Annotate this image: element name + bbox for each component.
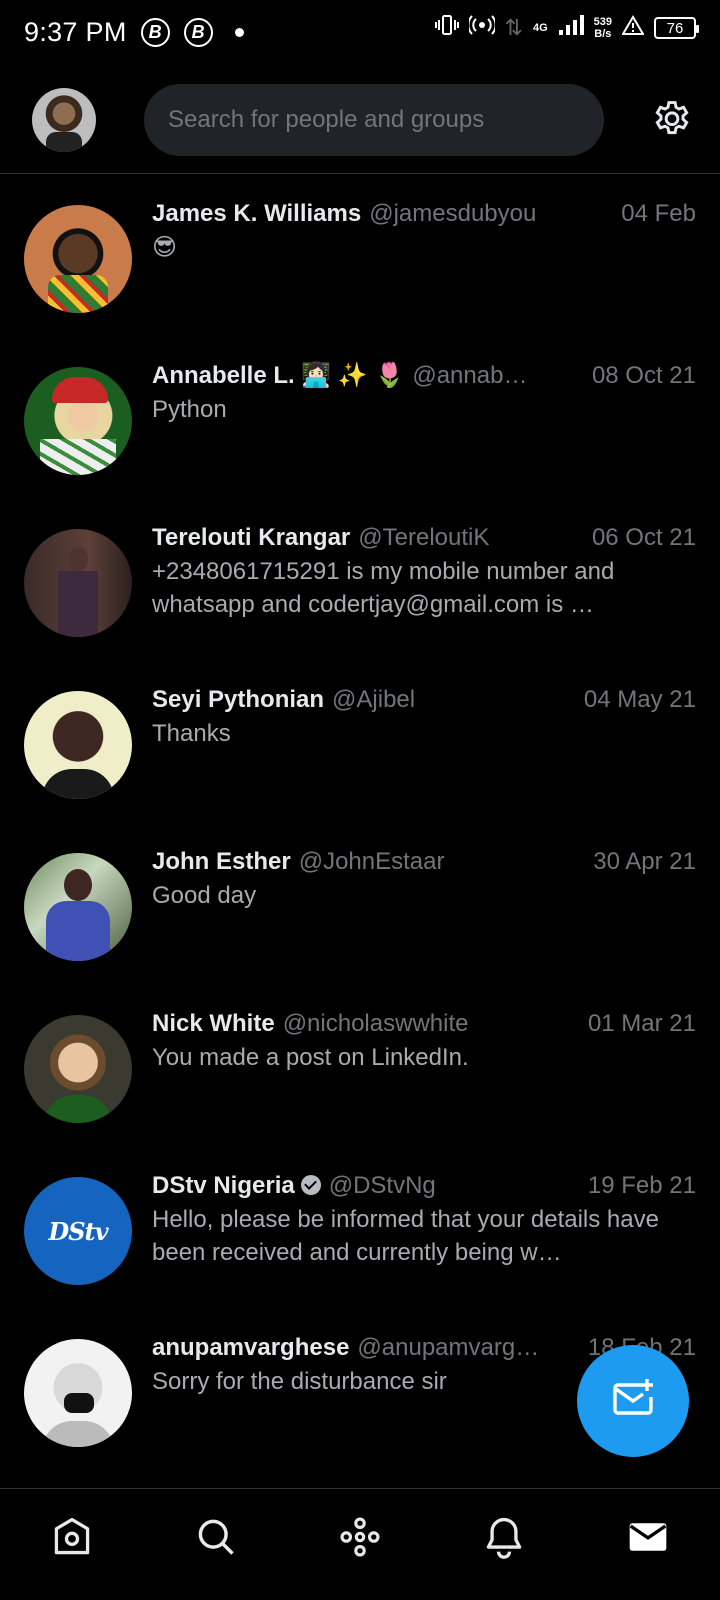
message-preview: Hello, please be informed that your deta… xyxy=(152,1206,659,1266)
verified-badge-icon xyxy=(300,1175,321,1195)
contact-handle: @jamesdubyou xyxy=(369,200,537,227)
hotspot-icon xyxy=(466,14,497,42)
message-date: 06 Oct 21 xyxy=(591,524,696,551)
home-icon[interactable] xyxy=(48,1513,96,1561)
profile-avatar[interactable] xyxy=(32,88,96,152)
notification-b-icon: B xyxy=(140,17,170,47)
conversation-content: DStv Nigeria @DStvNg 19 Feb 21 Hello, pl… xyxy=(152,1169,696,1269)
warning-icon xyxy=(621,15,645,41)
message-date: 08 Oct 21 xyxy=(591,362,696,389)
conversation-content: Annabelle L. 👩🏻‍💻 ✨ 🌷 @annab… 08 Oct 21 … xyxy=(152,359,696,426)
conversation-row[interactable]: Nick White @nicholaswwhite 01 Mar 21 You… xyxy=(0,985,720,1147)
data-transfer-icon: ⇅ xyxy=(504,15,523,40)
contact-handle: @TereloutiK xyxy=(358,524,490,551)
avatar[interactable] xyxy=(24,1339,132,1447)
conversation-row[interactable]: Annabelle L. 👩🏻‍💻 ✨ 🌷 @annab… 08 Oct 21 … xyxy=(0,337,720,499)
contact-name: Seyi Pythonian xyxy=(152,686,325,713)
conversation-content: Nick White @nicholaswwhite 01 Mar 21 You… xyxy=(152,1007,696,1074)
contact-handle: @JohnEstaar xyxy=(298,848,445,875)
notifications-icon[interactable] xyxy=(480,1513,528,1561)
contact-handle: @nicholaswwhite xyxy=(282,1010,469,1037)
conversation-row[interactable]: DStv DStv Nigeria @DStvNg 19 Feb 21 Hell… xyxy=(0,1147,720,1309)
avatar[interactable] xyxy=(24,853,132,961)
message-preview: Good day xyxy=(152,882,257,909)
message-date: 04 Feb xyxy=(621,200,696,227)
conversation-content: John Esther @JohnEstaar 30 Apr 21 Good d… xyxy=(152,845,696,912)
search-input[interactable]: Search for people and groups xyxy=(144,84,604,156)
avatar[interactable] xyxy=(24,1015,132,1123)
contact-name: James K. Williams xyxy=(152,200,362,227)
gear-icon[interactable] xyxy=(650,98,694,142)
message-preview: 😎 xyxy=(152,234,178,261)
conversation-content: Seyi Pythonian @Ajibel 04 May 21 Thanks xyxy=(152,683,696,750)
conversation-content: Terelouti Krangar @TereloutiK 06 Oct 21 … xyxy=(152,521,696,621)
conversation-content: James K. Williams @jamesdubyou 04 Feb 😎 xyxy=(152,197,696,264)
status-bar: 9:37 PM B B ⇅ 4G 539 B/s 76 xyxy=(0,0,720,64)
new-message-icon xyxy=(609,1375,657,1428)
contact-name: DStv Nigeria xyxy=(152,1172,295,1199)
contact-name: anupamvarghese xyxy=(152,1334,350,1361)
new-message-button[interactable] xyxy=(577,1345,689,1457)
vibrate-icon xyxy=(434,14,459,42)
notification-b-icon: B xyxy=(183,17,213,47)
dstv-logo: DStv xyxy=(48,1216,108,1246)
message-date: 01 Mar 21 xyxy=(587,1010,696,1037)
messages-icon[interactable] xyxy=(624,1513,672,1561)
conversation-row[interactable]: James K. Williams @jamesdubyou 04 Feb 😎 xyxy=(0,175,720,337)
contact-name: Nick White xyxy=(152,1010,275,1037)
bottom-navigation xyxy=(0,1488,720,1600)
conversation-row[interactable]: John Esther @JohnEstaar 30 Apr 21 Good d… xyxy=(0,823,720,985)
battery-level: 76 xyxy=(654,17,699,39)
network-type: 4G xyxy=(532,22,548,34)
avatar[interactable] xyxy=(24,205,132,313)
message-date: 30 Apr 21 xyxy=(593,848,696,875)
message-preview: Python xyxy=(152,396,227,423)
contact-name: John Esther xyxy=(152,848,291,875)
contact-handle: @anupamvarg… xyxy=(357,1334,540,1361)
contact-handle: @annab… xyxy=(412,362,528,389)
avatar[interactable]: DStv xyxy=(24,1177,132,1285)
network-speed-unit: B/s xyxy=(594,28,612,40)
contact-handle: @Ajibel xyxy=(332,686,416,713)
message-preview: Thanks xyxy=(152,720,231,747)
conversation-row[interactable]: Seyi Pythonian @Ajibel 04 May 21 Thanks xyxy=(0,661,720,823)
contact-handle: @DStvNg xyxy=(328,1172,436,1199)
signal-icon xyxy=(558,14,584,42)
network-speed-value: 539 xyxy=(593,16,612,28)
contact-name: Annabelle L. 👩🏻‍💻 ✨ 🌷 xyxy=(152,362,405,389)
messages-header: Search for people and groups xyxy=(0,72,720,174)
message-date: 04 May 21 xyxy=(583,686,696,713)
message-preview: You made a post on LinkedIn. xyxy=(152,1044,469,1071)
conversation-list: James K. Williams @jamesdubyou 04 Feb 😎 … xyxy=(0,175,720,1471)
message-preview: +2348061715291 is my mobile number and w… xyxy=(152,558,615,618)
network-speed: 539 B/s xyxy=(594,16,612,40)
status-time: 9:37 PM xyxy=(24,16,127,47)
conversation-row[interactable]: Terelouti Krangar @TereloutiK 06 Oct 21 … xyxy=(0,499,720,661)
spaces-icon[interactable] xyxy=(336,1513,384,1561)
message-date: 19 Feb 21 xyxy=(587,1172,696,1199)
avatar[interactable] xyxy=(24,367,132,475)
contact-name: Terelouti Krangar xyxy=(152,524,351,551)
avatar[interactable] xyxy=(24,529,132,637)
more-notifications-dot-icon xyxy=(234,27,244,37)
status-icons: ⇅ 4G 539 B/s 76 xyxy=(434,14,699,42)
avatar[interactable] xyxy=(24,691,132,799)
search-icon[interactable] xyxy=(192,1513,240,1561)
